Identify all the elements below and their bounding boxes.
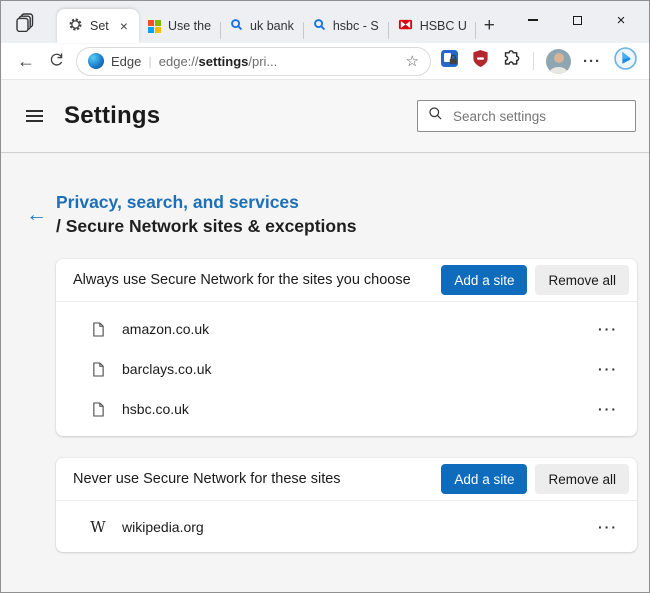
tab-label: hsbc - S xyxy=(332,19,379,33)
search-icon xyxy=(230,18,243,34)
address-separator: | xyxy=(148,53,152,69)
add-site-button[interactable]: Add a site xyxy=(441,265,528,295)
favorite-star-icon[interactable]: ☆ xyxy=(406,52,419,70)
site-row: amazon.co.uk ··· xyxy=(56,309,637,349)
card-header: Always use Secure Network for the sites … xyxy=(56,259,637,302)
site-name: amazon.co.uk xyxy=(122,321,210,337)
toolbar-icons: ··· xyxy=(440,46,640,76)
tab-label: uk bank xyxy=(250,19,294,33)
browser-window: Set × Use the uk bank hsbc - S HSBC U + … xyxy=(0,0,650,593)
maximize-button[interactable] xyxy=(555,5,599,35)
tab-list: Set × Use the uk bank hsbc - S HSBC U + xyxy=(57,9,505,43)
site-list: amazon.co.uk ··· barclays.co.uk ··· hsbc… xyxy=(56,302,637,436)
settings-search-box[interactable] xyxy=(417,100,636,132)
row-more-icon[interactable]: ··· xyxy=(598,519,618,535)
extensions-puzzle-icon[interactable] xyxy=(502,49,521,73)
menu-hamburger-icon[interactable] xyxy=(26,109,43,123)
page-icon xyxy=(89,361,107,377)
window-controls: × xyxy=(511,5,643,35)
breadcrumb: ← Privacy, search, and services / Secure… xyxy=(26,192,637,237)
tab-bar: Set × Use the uk bank hsbc - S HSBC U + … xyxy=(1,1,649,43)
site-name: wikipedia.org xyxy=(122,518,204,535)
settings-search-input[interactable] xyxy=(453,108,625,124)
settings-header: Settings xyxy=(1,80,649,153)
breadcrumb-text: Privacy, search, and services / Secure N… xyxy=(56,192,357,237)
breadcrumb-back-icon[interactable]: ← xyxy=(26,203,56,227)
gear-icon xyxy=(68,17,83,35)
site-name: hsbc.co.uk xyxy=(122,401,189,417)
breadcrumb-parent-link[interactable]: Privacy, search, and services xyxy=(56,192,357,213)
adblock-shield-icon[interactable] xyxy=(471,49,490,73)
toolbar: ← Edge | edge://settings/pri... ☆ ··· xyxy=(1,43,649,80)
address-brand: Edge xyxy=(111,53,142,69)
remove-all-button[interactable]: Remove all xyxy=(535,265,629,295)
workspaces-icon[interactable] xyxy=(15,12,35,37)
tab-settings[interactable]: Set × xyxy=(57,9,139,43)
search-icon xyxy=(313,18,326,34)
page-title: Settings xyxy=(64,102,161,129)
refresh-icon[interactable] xyxy=(42,51,71,72)
tab-label: Set xyxy=(90,19,109,33)
tab-label: HSBC U xyxy=(419,19,466,33)
page-icon xyxy=(89,401,107,417)
tab-close-icon[interactable]: × xyxy=(118,18,130,34)
row-more-icon[interactable]: ··· xyxy=(598,321,618,337)
minimize-button[interactable] xyxy=(511,5,555,35)
breadcrumb-current: / Secure Network sites & exceptions xyxy=(56,216,357,236)
profile-avatar[interactable] xyxy=(546,48,571,74)
toolbar-separator xyxy=(533,52,534,70)
address-url: edge://settings/pri... xyxy=(158,53,278,69)
site-list: W wikipedia.org ··· xyxy=(56,501,637,552)
search-icon xyxy=(428,106,443,126)
tab-label: Use the xyxy=(167,19,212,33)
remove-all-button[interactable]: Remove all xyxy=(535,464,629,494)
card-title: Never use Secure Network for these sites xyxy=(73,471,341,487)
wikipedia-favicon: W xyxy=(90,517,106,536)
tab-hsbc-uk[interactable]: HSBC U xyxy=(389,9,475,43)
new-tab-button[interactable]: + xyxy=(476,15,505,43)
more-options-icon[interactable]: ··· xyxy=(583,53,601,70)
close-button[interactable]: × xyxy=(599,5,643,35)
tab-uk-bank[interactable]: uk bank xyxy=(221,9,303,43)
tab-use-the[interactable]: Use the xyxy=(139,9,220,43)
site-row: W wikipedia.org ··· xyxy=(56,506,637,547)
page-icon xyxy=(89,321,107,337)
back-icon[interactable]: ← xyxy=(10,51,42,72)
tab-hsbc-search[interactable]: hsbc - S xyxy=(304,9,388,43)
row-more-icon[interactable]: ··· xyxy=(598,401,618,417)
site-row: hsbc.co.uk ··· xyxy=(56,389,637,429)
site-row: barclays.co.uk ··· xyxy=(56,349,637,389)
hsbc-logo-icon xyxy=(398,17,413,35)
add-site-button[interactable]: Add a site xyxy=(441,464,528,494)
address-bar[interactable]: Edge | edge://settings/pri... ☆ xyxy=(76,46,431,76)
card-header: Never use Secure Network for these sites… xyxy=(56,458,637,501)
edge-logo-icon xyxy=(88,53,104,69)
row-more-icon[interactable]: ··· xyxy=(598,361,618,377)
settings-content: ← Privacy, search, and services / Secure… xyxy=(1,153,649,552)
site-name: barclays.co.uk xyxy=(122,361,212,377)
microsoft-logo-icon xyxy=(147,19,161,33)
card-title: Always use Secure Network for the sites … xyxy=(73,272,411,288)
always-use-card: Always use Secure Network for the sites … xyxy=(56,259,637,436)
never-use-card: Never use Secure Network for these sites… xyxy=(56,458,637,552)
password-lock-extension-icon[interactable] xyxy=(440,49,459,73)
copilot-bing-icon[interactable] xyxy=(613,46,638,76)
